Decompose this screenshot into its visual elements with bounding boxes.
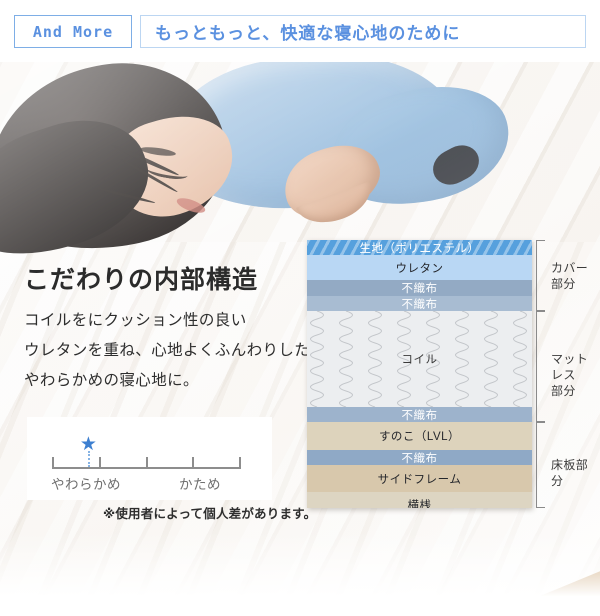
and-more-badge-label: And More: [32, 22, 114, 41]
group-bracket: [536, 422, 545, 508]
firmness-soft-label: やわらかめ: [51, 477, 121, 492]
mattress-structure-diagram: 生地（ポリエステル） ウレタン 不織布 不織布 コイル 不織布 すのこ（LVL） 不織布 サイド…: [307, 240, 532, 508]
diagram-layer-label: ウレタン: [395, 262, 444, 275]
group-bracket: [536, 240, 545, 311]
group-bracket-label-line: 床板部分: [551, 458, 589, 489]
firmness-tick: [192, 457, 195, 469]
firmness-scale-card: やわらかめ かため ★: [27, 417, 272, 500]
disclaimer-note: ※使用者によって個人差があります。: [103, 507, 317, 521]
section-description: コイルをにクッション性の良い ウレタンを重ね、心地よくふんわりした やわらかめの…: [24, 306, 311, 397]
diagram-layer-label: すのこ（LVL）: [378, 431, 461, 443]
diagram-layer: 不織布: [307, 450, 532, 465]
firmness-tick: [145, 457, 148, 469]
firmness-tick: [52, 457, 54, 469]
diagram-layer-label: コイル: [401, 354, 438, 366]
diagram-layer: 不織布: [307, 407, 532, 422]
header-bar: And More もっともっと、快適な寝心地のために: [0, 0, 600, 62]
diagram-layer-label: 生地（ポリエステル）: [359, 242, 480, 255]
photo-bottom-fade: [0, 532, 600, 602]
group-bracket-label: 床板部分: [551, 457, 600, 489]
group-bracket-label-line: 部分: [551, 276, 576, 291]
structure-group-brackets: カバー 部分 マットレス 部分 床板部分: [536, 240, 600, 508]
description-line: コイルをにクッション性の良い: [24, 312, 247, 329]
diagram-layer: ウレタン: [307, 255, 532, 280]
group-bracket-label-line: 部分: [551, 383, 576, 398]
diagram-layer: すのこ（LVL）: [307, 422, 532, 450]
diagram-layer: コイル: [307, 311, 532, 407]
firmness-tick: [239, 457, 241, 469]
diagram-layer-label: 不織布: [401, 283, 438, 295]
diagram-layer-label: 不織布: [401, 452, 438, 465]
description-line: ウレタンを重ね、心地よくふんわりした: [24, 342, 311, 360]
header-title: もっともっと、快適な寝心地のために: [155, 24, 461, 43]
group-bracket-label: マットレス 部分: [551, 351, 600, 400]
product-feature-panel: And More もっともっと、快適な寝心地のために こだわりの内部構造 コイル…: [0, 0, 600, 616]
diagram-layer: 不織布: [307, 280, 532, 296]
diagram-layer: 不織布: [307, 296, 532, 311]
header-title-bar: もっともっと、快適な寝心地のために: [140, 15, 586, 48]
group-bracket: [536, 311, 545, 422]
diagram-layer-label: 不織布: [401, 409, 438, 422]
section-headline: こだわりの内部構造: [24, 266, 259, 294]
firmness-firm-label: かため: [179, 477, 221, 492]
diagram-layer: サイドフレーム: [307, 465, 532, 492]
diagram-layer: 生地（ポリエステル）: [307, 240, 532, 255]
star-icon: ★: [79, 434, 97, 455]
group-bracket-label-line: カバー: [551, 260, 589, 275]
firmness-tick: [98, 457, 101, 469]
description-line: やわらかめの寝心地に。: [24, 372, 199, 390]
diagram-layer: 横桟: [307, 492, 532, 508]
diagram-layer-label: 横桟: [407, 500, 432, 508]
group-bracket-label-line: マットレス: [551, 351, 589, 382]
group-bracket-label: カバー 部分: [551, 260, 588, 292]
diagram-layer-label: 不織布: [401, 298, 438, 311]
and-more-badge: And More: [14, 15, 132, 48]
firmness-scale: やわらかめ かため ★: [27, 417, 272, 500]
diagram-layer-label: サイドフレーム: [377, 473, 462, 486]
